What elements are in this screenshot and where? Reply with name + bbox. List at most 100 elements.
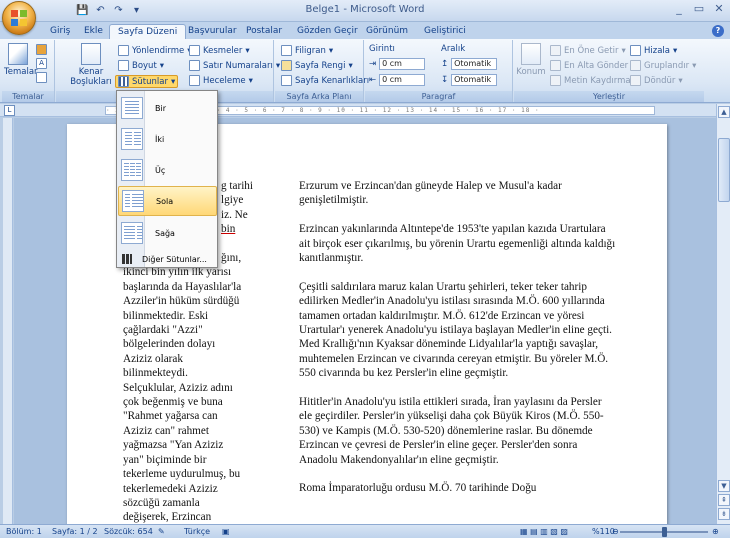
next-page-icon[interactable]: ⇟	[718, 508, 730, 520]
menu-item-uc[interactable]: Üç	[118, 155, 217, 185]
restore-button[interactable]: ▭	[692, 2, 706, 15]
tab-sayfa-duzeni[interactable]: Sayfa Düzeni	[109, 24, 187, 39]
col1-line: Azziler'in hüküm sürdüğü	[123, 295, 240, 308]
help-icon[interactable]: ?	[712, 25, 724, 37]
page-color-icon	[281, 60, 292, 71]
three-columns-icon	[121, 159, 143, 181]
minimize-button[interactable]: _	[672, 2, 686, 15]
spelling-check-icon[interactable]: ✎	[158, 527, 165, 536]
indent-right-input[interactable]: 0 cm	[379, 74, 426, 86]
col1-line: "Rahmet yağarsa can	[123, 410, 218, 423]
col1-line: sözcüğü zamanla	[123, 496, 200, 509]
orientation-icon	[118, 45, 129, 56]
zoom-slider-knob[interactable]	[662, 527, 667, 537]
menu-item-bir[interactable]: Bir	[118, 93, 217, 123]
theme-colors-button[interactable]	[36, 44, 47, 55]
theme-effects-button[interactable]	[36, 72, 47, 83]
paragraph: Çeşitli saldırılara maruz kalan Urartu ş…	[299, 280, 612, 380]
menu-item-saga[interactable]: Sağa	[118, 218, 217, 248]
watermark-button[interactable]: Filigran ▾	[281, 45, 333, 56]
group-label-temalar: Temalar	[2, 91, 54, 102]
paragraph: Erzurum ve Erzincan'dan güneyde Halep ve…	[299, 180, 562, 207]
prev-page-icon[interactable]: ⇞	[718, 494, 730, 506]
right-column-icon	[121, 222, 143, 244]
status-words[interactable]: Sözcük: 654	[104, 527, 153, 536]
rotate-icon	[630, 75, 641, 86]
indent-right-icon: ⇤	[369, 75, 377, 85]
window-controls: _ ▭ ✕	[672, 2, 726, 15]
menu-item-more-columns[interactable]: Diğer Sütunlar...	[118, 252, 217, 266]
office-button[interactable]	[2, 1, 36, 35]
tab-giris[interactable]: Giriş	[42, 24, 78, 39]
group-label-paragraf: Paragraf	[365, 91, 512, 102]
scroll-down-icon[interactable]: ▼	[718, 480, 730, 492]
line-numbers-button[interactable]: Satır Numaraları ▾	[189, 60, 280, 71]
indent-label: Girintı	[369, 44, 395, 54]
position-button[interactable]: Konum	[516, 43, 546, 77]
col1-line: başlarında da Hayaslılar'la	[123, 280, 242, 293]
tab-basvurular[interactable]: Başvurular	[180, 24, 245, 39]
spacing-after-input[interactable]: Otomatik	[451, 74, 498, 86]
group-yerlestir: Konum En Öne Getir▾ En Alta Gönder▾ Meti…	[514, 40, 704, 102]
group-temalar: Temalar A Temalar	[2, 40, 55, 102]
col1-line: çağlardaki "Azzi"	[123, 324, 203, 337]
menu-item-sola[interactable]: Sola	[118, 186, 217, 216]
themes-button[interactable]: Temalar	[4, 43, 38, 77]
group-paragraf: Girintı ⇥ 0 cm ⇤ 0 cm Aralık ↥ Otomatik ↧ Ot…	[365, 40, 513, 102]
theme-fonts-button[interactable]: A	[36, 58, 47, 69]
column-right[interactable]: Erzurum ve Erzincan'dan güneyde Halep ve…	[299, 179, 617, 510]
size-button[interactable]: Boyut ▾	[118, 60, 164, 71]
tab-gozden-gecir[interactable]: Gözden Geçir	[289, 24, 366, 39]
tab-ekle[interactable]: Ekle	[76, 24, 111, 39]
paragraph: Hititler'in Anadolu'yu istila ettikleri …	[299, 396, 604, 466]
scroll-up-icon[interactable]: ▲	[718, 106, 730, 118]
tab-gorunum[interactable]: Görünüm	[358, 24, 416, 39]
rotate-button[interactable]: Döndür ▾	[630, 75, 683, 86]
send-back-icon	[550, 60, 561, 71]
columns-button[interactable]: Sütunlar ▾	[115, 75, 179, 88]
status-language[interactable]: Türkçe	[184, 527, 210, 536]
send-back-button[interactable]: En Alta Gönder▾	[550, 60, 635, 71]
col1-line: çok beğenmiş ve buna	[123, 396, 223, 409]
tab-gelistirici[interactable]: Geliştirici	[416, 24, 474, 39]
scroll-thumb[interactable]	[718, 138, 730, 202]
status-section[interactable]: Bölüm: 1	[6, 527, 42, 536]
col1-line: değişerek, Erzincan	[123, 511, 212, 524]
columns-menu: Bir İki Üç Sola Sağa Diğer Sütunlar...	[116, 90, 218, 268]
columns-icon	[118, 76, 129, 87]
spacing-before-input[interactable]: Otomatik	[451, 58, 498, 70]
zoom-in-icon[interactable]: ⊕	[712, 527, 719, 536]
orientation-button[interactable]: Yönlendirme▾	[118, 45, 192, 56]
group-sayfa-arka-plani: Filigran ▾ Sayfa Rengi ▾ Sayfa Kenarlıklar…	[275, 40, 369, 102]
col1-line: yan" biçiminde bir	[123, 453, 207, 466]
col1-line: Selçuklular, Aziziz adını	[123, 381, 233, 394]
breaks-button[interactable]: Kesmeler ▾	[189, 45, 250, 56]
align-button[interactable]: Hizala ▾	[630, 45, 677, 56]
vertical-scrollbar[interactable]: ▲ ▼ ⇞ ⇟	[716, 104, 730, 524]
margins-button[interactable]: Kenar Boşlukları	[68, 43, 114, 87]
zoom-out-icon[interactable]: ⊖	[612, 527, 619, 536]
vertical-ruler[interactable]	[3, 118, 13, 524]
tab-selector-icon[interactable]: L	[4, 105, 15, 116]
group-button[interactable]: Gruplandır ▾	[630, 60, 696, 71]
tab-postalar[interactable]: Postalar	[238, 24, 290, 39]
indent-right: ⇤ 0 cm	[369, 74, 426, 86]
themes-icon	[8, 43, 28, 65]
hyphenation-button[interactable]: Heceleme ▾	[189, 75, 253, 86]
paragraph: Roma İmparatorluğu ordusu M.Ö. 70 tarihi…	[299, 482, 537, 495]
indent-left-input[interactable]: 0 cm	[379, 58, 426, 70]
close-button[interactable]: ✕	[712, 2, 726, 15]
page-borders-button[interactable]: Sayfa Kenarlıkları	[281, 75, 369, 86]
page-color-button[interactable]: Sayfa Rengi ▾	[281, 60, 353, 71]
col1-line: bilinmekteydi.	[123, 367, 188, 380]
position-icon	[521, 43, 541, 65]
macro-record-icon[interactable]: ▣	[222, 527, 230, 536]
size-icon	[118, 60, 129, 71]
text-wrap-button[interactable]: Metin Kaydırma▾	[550, 75, 638, 86]
status-page[interactable]: Sayfa: 1 / 2	[52, 527, 98, 536]
bring-front-button[interactable]: En Öne Getir ▾	[550, 45, 626, 56]
col1-line: Aziziz olarak	[123, 352, 183, 365]
view-buttons[interactable]: ▦ ▤ ▥ ▧ ▨	[520, 527, 568, 536]
menu-item-iki[interactable]: İki	[118, 124, 217, 154]
more-columns-icon	[122, 254, 132, 264]
